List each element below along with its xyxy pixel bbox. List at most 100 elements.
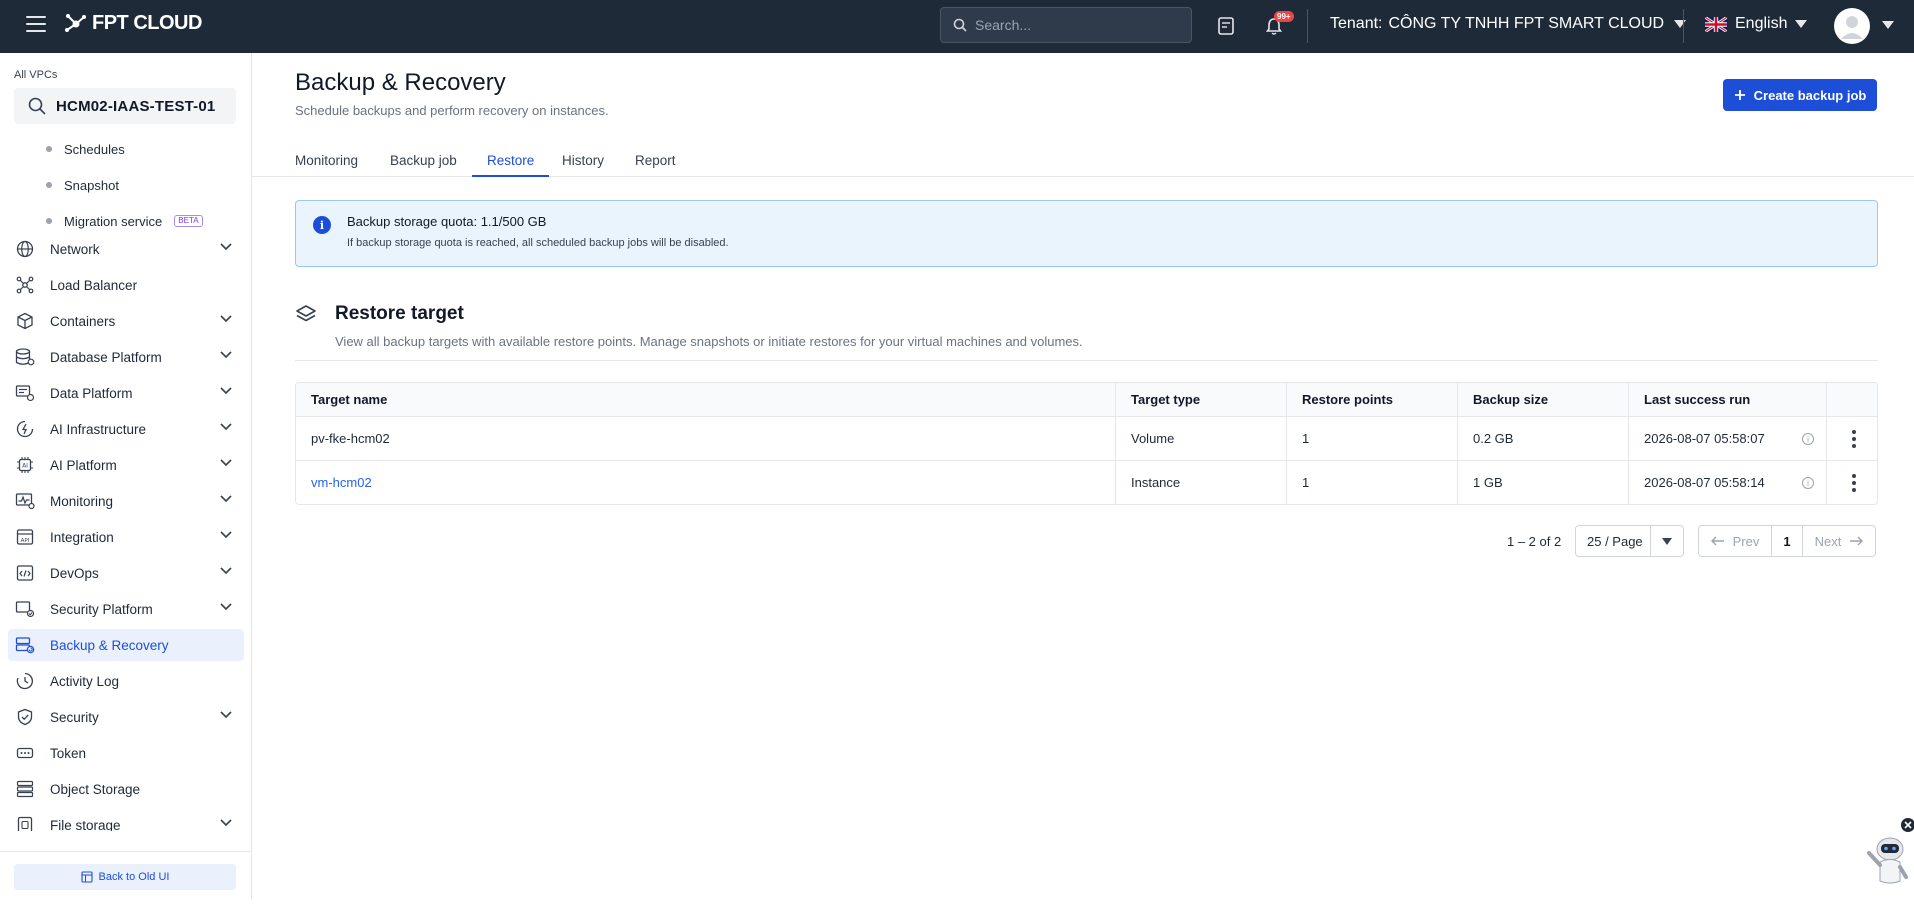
vpc-selector[interactable]: HCM02-IAAS-TEST-01 [14,88,236,124]
clock-icon [14,670,36,692]
chevron-down-icon [220,315,232,323]
user-menu-caret-icon[interactable] [1882,21,1894,29]
restore-target-table: Target name Target type Restore points B… [295,382,1878,505]
sidebar-item-label: Network [50,241,100,257]
prev-page-button[interactable]: Prev [1699,526,1771,556]
tab-monitoring[interactable]: Monitoring [295,145,358,177]
back-to-old-ui-label: Back to Old UI [98,871,170,883]
sidebar-item-security[interactable]: Security [8,701,244,733]
sidebar-item-label: Security Platform [50,601,153,617]
info-icon[interactable]: i [1802,477,1814,489]
plus-icon [1734,90,1745,100]
layout-icon [80,871,93,883]
layers-icon [296,305,316,322]
sidebar-item-database-platform[interactable]: Database Platform [8,341,244,373]
sidebar-item-ai-infrastructure[interactable]: AI Infrastructure [8,413,244,445]
column-header-last-success-run[interactable]: Last success run [1628,383,1826,416]
sidebar-item-integration[interactable]: API Integration [8,521,244,553]
sidebar-nav: Schedules Snapshot Migration service BET… [0,131,251,831]
tenant-selector[interactable]: Tenant: CÔNG TY TNHH FPT SMART CLOUD [1330,15,1687,33]
chevron-down-icon [220,495,232,503]
cell-last-success-run: 2026-08-07 05:58:07 i [1628,417,1826,460]
create-backup-job-button[interactable]: Create backup job [1723,79,1877,111]
chevron-down-icon [220,351,232,359]
page-number-current[interactable]: 1 [1771,526,1803,556]
tab-bar: Monitoring Backup job Restore History Re… [252,145,1914,177]
sidebar-item-ai-platform[interactable]: AI AI Platform [8,449,244,481]
sidebar-subitem-snapshot[interactable]: Snapshot [46,175,119,195]
search-input[interactable] [975,17,1175,33]
file-storage-icon [14,814,36,831]
column-header-actions [1826,383,1877,416]
column-header-backup-size[interactable]: Backup size [1457,383,1628,416]
sidebar-item-network[interactable]: Network [8,233,244,265]
ai-infra-icon [14,418,36,440]
chevron-down-icon [220,531,232,539]
tab-report[interactable]: Report [635,145,676,177]
sidebar-item-load-balancer[interactable]: Load Balancer [8,269,244,301]
sidebar-item-devops[interactable]: DevOps [8,557,244,589]
robot-assistant-icon [1867,818,1914,884]
sidebar-item-object-storage[interactable]: Object Storage [8,773,244,805]
table-header-row: Target name Target type Restore points B… [296,383,1877,416]
column-header-target-name[interactable]: Target name [296,383,1115,416]
hamburger-menu-icon[interactable] [26,16,46,32]
svg-text:AI: AI [22,463,28,470]
page-size-value: 25 / Page [1587,533,1643,549]
sidebar-item-label: Security [50,709,99,725]
section-title: Restore target [335,303,464,324]
chevron-down-icon [220,603,232,611]
main-content: Backup & Recovery Schedule backups and p… [252,53,1914,899]
sidebar-item-security-platform[interactable]: Security Platform [8,593,244,625]
quota-info-description: If backup storage quota is reached, all … [347,237,729,249]
target-name-link[interactable]: vm-hcm02 [311,475,372,490]
language-caret-icon [1795,20,1808,28]
cell-restore-points: 1 [1286,461,1457,504]
sidebar-item-data-platform[interactable]: Data Platform [8,377,244,409]
sidebar-item-backup-recovery[interactable]: Backup & Recovery [8,629,244,661]
backup-icon [14,634,36,656]
row-actions-kebab-icon[interactable] [1852,429,1856,448]
bullet-icon [46,146,52,152]
sidebar-item-monitoring[interactable]: Monitoring [8,485,244,517]
column-header-restore-points[interactable]: Restore points [1286,383,1457,416]
chatbot-widget[interactable] [1860,815,1914,899]
sidebar-subitem-schedules[interactable]: Schedules [46,139,125,159]
sidebar-item-label: Object Storage [50,781,141,797]
sidebar-item-activity-log[interactable]: Activity Log [8,665,244,697]
sidebar-subitem-label: Migration service [64,213,163,229]
sidebar-item-file-storage[interactable]: File storage [8,809,244,831]
row-actions-kebab-icon[interactable] [1852,473,1856,492]
tenant-name: CÔNG TY TNHH FPT SMART CLOUD [1388,15,1665,32]
tab-history[interactable]: History [562,145,604,177]
global-search[interactable] [940,7,1192,43]
notification-bell-icon[interactable]: 99+ [1262,11,1294,38]
sidebar-subitem-migration-service[interactable]: Migration service BETA [46,211,203,231]
sidebar-subitem-label: Snapshot [64,177,119,193]
uk-flag-icon [1705,16,1727,32]
column-header-target-type[interactable]: Target type [1115,383,1286,416]
next-page-button[interactable]: Next [1803,526,1875,556]
fpt-cloud-logo[interactable]: FPT CLOUD [64,12,202,35]
user-avatar[interactable] [1834,8,1870,44]
sidebar-item-label: AI Infrastructure [50,421,147,437]
sidebar-item-containers[interactable]: Containers [8,305,244,337]
tab-restore[interactable]: Restore [472,145,550,177]
page-size-select[interactable]: 25 / Page [1575,525,1684,557]
info-icon[interactable]: i [1802,433,1814,445]
svg-text:API: API [21,538,30,544]
back-to-old-ui-button[interactable]: Back to Old UI [14,864,236,890]
sidebar-item-label: Integration [50,529,114,545]
sidebar-item-label: File storage [50,817,121,832]
language-selector[interactable]: English [1705,15,1808,33]
tab-backup-job[interactable]: Backup job [390,145,457,177]
table-row: pv-fke-hcm02 Volume 1 0.2 GB 2026-08-07 … [296,416,1877,460]
sidebar-item-token[interactable]: Token [8,737,244,769]
topbar-divider [1307,9,1308,43]
quota-info-title: Backup storage quota: 1.1/500 GB [347,214,547,229]
ai-chip-icon: AI [14,454,36,476]
sidebar-subitem-label: Schedules [64,141,125,157]
quota-document-icon[interactable] [1214,14,1238,38]
sidebar-item-label: Monitoring [50,493,114,509]
security-platform-icon [14,598,36,620]
